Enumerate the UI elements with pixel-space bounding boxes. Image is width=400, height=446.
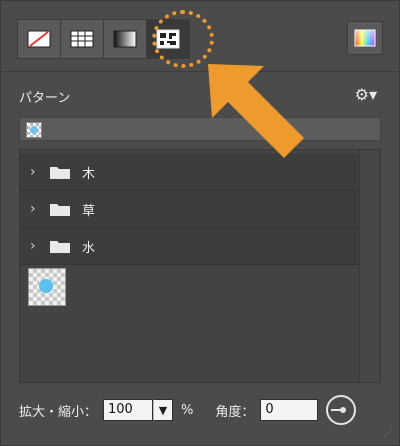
grid-icon <box>70 30 94 48</box>
percent-unit: % <box>181 402 194 418</box>
no-fill-tool-button[interactable] <box>17 19 61 59</box>
color-picker-icon <box>354 29 376 47</box>
folder-row[interactable]: › 水 <box>20 228 360 265</box>
pattern-thumbnail[interactable] <box>28 268 66 306</box>
chevron-right-icon[interactable]: › <box>30 238 50 254</box>
scale-dropdown-button[interactable]: ▼ <box>153 399 174 421</box>
folder-row[interactable]: › 草 <box>20 191 360 228</box>
pattern-list: › 木 › 草 › 水 <box>19 149 381 383</box>
scrollbar[interactable] <box>359 150 380 382</box>
transform-controls: 拡大・縮小： 100 ▼ % 角度： 0 <box>19 395 357 425</box>
folder-icon <box>50 241 70 253</box>
no-fill-icon <box>27 30 51 48</box>
gradient-tool-button[interactable] <box>103 19 147 59</box>
angle-label: 角度： <box>215 404 255 420</box>
gradient-icon <box>113 30 137 48</box>
folder-name: 木 <box>82 166 96 182</box>
chevron-right-icon[interactable]: › <box>30 164 50 180</box>
folder-name: 草 <box>82 203 96 219</box>
panel-title: パターン <box>19 91 71 106</box>
resize-grip-icon[interactable]: ⋰ <box>383 428 393 439</box>
chevron-right-icon[interactable]: › <box>30 201 50 217</box>
angle-input[interactable]: 0 <box>260 399 319 421</box>
scale-input[interactable]: 100 <box>103 399 154 421</box>
scale-label: 拡大・縮小： <box>19 404 98 420</box>
angle-dial[interactable] <box>326 395 357 425</box>
gear-icon[interactable]: ⚙▾ <box>355 85 377 104</box>
solid-color-tool-button[interactable] <box>60 19 104 59</box>
folder-name: 水 <box>82 240 96 256</box>
color-picker-button[interactable] <box>347 21 383 55</box>
pointer-arrow-icon <box>208 64 304 158</box>
pattern-swatch-icon <box>26 122 42 138</box>
folder-icon <box>50 167 70 179</box>
chevron-down-icon: ▼ <box>158 403 168 417</box>
folder-icon <box>50 204 70 216</box>
